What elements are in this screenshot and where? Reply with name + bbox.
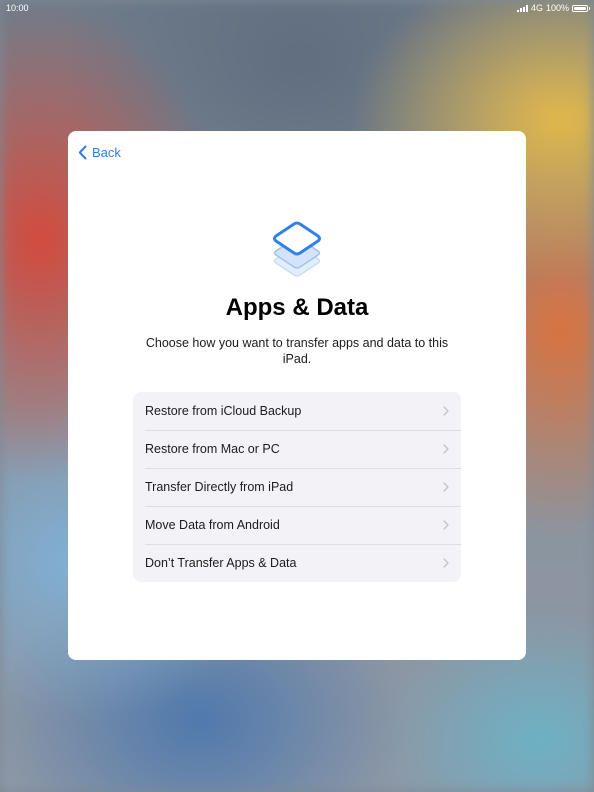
chevron-right-icon (443, 520, 449, 530)
chevron-right-icon (443, 406, 449, 416)
chevron-left-icon (78, 145, 87, 160)
option-move-data-android[interactable]: Move Data from Android (133, 506, 461, 544)
chevron-right-icon (443, 444, 449, 454)
status-indicators: 4G 100% (516, 3, 590, 13)
option-label: Don’t Transfer Apps & Data (145, 556, 297, 570)
option-restore-icloud-backup[interactable]: Restore from iCloud Backup (133, 392, 461, 430)
option-label: Move Data from Android (145, 518, 280, 532)
back-button[interactable]: Back (78, 145, 121, 160)
page-title: Apps & Data (225, 294, 369, 321)
battery-icon (572, 4, 590, 12)
chevron-right-icon (443, 482, 449, 492)
option-transfer-directly-ipad[interactable]: Transfer Directly from iPad (133, 468, 461, 506)
battery-percentage: 100% (545, 3, 569, 13)
network-type: 4G (530, 3, 543, 13)
transfer-options-list: Restore from iCloud Backup Restore from … (133, 392, 461, 582)
cellular-signal-icon (516, 4, 528, 12)
option-label: Restore from iCloud Backup (145, 404, 302, 418)
battery-fill (574, 6, 586, 10)
app-data-stack-icon (273, 221, 321, 277)
status-time: 10:00 (6, 3, 29, 13)
status-bar: 10:00 4G 100% (0, 0, 594, 16)
back-label: Back (92, 145, 121, 160)
chevron-right-icon (443, 558, 449, 568)
option-restore-mac-pc[interactable]: Restore from Mac or PC (133, 430, 461, 468)
page-subtitle: Choose how you want to transfer apps and… (145, 336, 449, 366)
apps-data-sheet: Back Apps & Data Choose how you want to … (68, 131, 526, 660)
option-dont-transfer[interactable]: Don’t Transfer Apps & Data (133, 544, 461, 582)
option-label: Restore from Mac or PC (145, 442, 280, 456)
option-label: Transfer Directly from iPad (145, 480, 294, 494)
